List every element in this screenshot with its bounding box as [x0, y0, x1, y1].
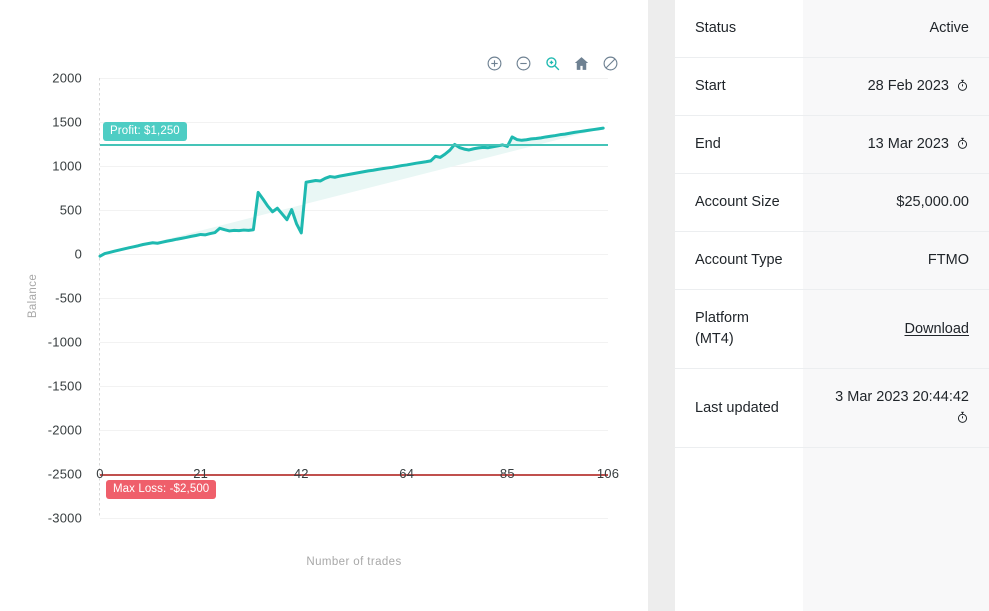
info-row: Last updated 3 Mar 2023 20:44:42: [675, 368, 989, 448]
info-row-value: Active: [803, 0, 989, 58]
y-tick-label: -2000: [47, 422, 82, 438]
x-tick-label: 64: [399, 466, 415, 481]
account-info-panel: Status Active Start 28 Feb 2023 End 13 Mar 20…: [675, 0, 989, 611]
info-row: Platform (MT4) Download: [675, 289, 989, 369]
balance-chart-panel: 2000 1500 1000 500 0 -500 -1000 -1500 -2000 -2500…: [0, 0, 648, 611]
info-row-value: $25,000.00: [803, 173, 989, 232]
info-value-text: $25,000.00: [896, 194, 969, 211]
profit-target-badge: Profit: $1,250: [103, 122, 187, 141]
info-row-value: 13 Mar 2023: [803, 115, 989, 174]
info-row-value: 3 Mar 2023 20:44:42: [803, 368, 989, 448]
download-link[interactable]: Download: [905, 321, 970, 337]
info-row-value[interactable]: Download: [803, 289, 989, 369]
table-filler-right: [803, 448, 989, 611]
selection-zoom-icon[interactable]: [542, 53, 562, 73]
chart-toolbar: [484, 53, 620, 73]
y-tick-label: -500: [55, 290, 82, 306]
zoom-in-icon[interactable]: [484, 53, 504, 73]
y-tick-label: 2000: [52, 70, 82, 86]
y-axis-title: Balance: [27, 273, 39, 319]
y-tick-label: 500: [59, 202, 82, 218]
x-tick-label: 85: [499, 466, 515, 481]
zoom-out-icon[interactable]: [513, 53, 533, 73]
x-axis-tick-labels: 0 21 42 64 85 106: [96, 466, 619, 486]
info-row-label: Status: [675, 0, 803, 58]
info-row: Account Size $25,000.00: [675, 173, 989, 232]
reset-home-icon[interactable]: [571, 53, 591, 73]
x-tick-label: 106: [596, 466, 620, 481]
info-row: Start 28 Feb 2023: [675, 57, 989, 116]
info-row-label: End: [675, 115, 803, 174]
info-row-label: Account Size: [675, 173, 803, 232]
x-axis-title: Number of trades: [306, 556, 402, 568]
info-row-value: 28 Feb 2023: [803, 57, 989, 116]
info-value-text: FTMO: [927, 252, 969, 269]
table-filler: [675, 448, 989, 611]
account-info-table: Status Active Start 28 Feb 2023 End 13 Mar 20…: [675, 0, 989, 448]
info-row-label: Platform (MT4): [675, 289, 803, 369]
x-tick-label: 42: [293, 466, 309, 481]
info-row: End 13 Mar 2023: [675, 115, 989, 174]
info-value-text: 28 Feb 2023: [867, 78, 949, 95]
stopwatch-icon: [956, 137, 969, 150]
y-axis-tick-labels: 2000 1500 1000 500 0 -500 -1000 -1500 -2000 -2500…: [0, 66, 92, 526]
info-value-text: 13 Mar 2023: [867, 136, 949, 153]
y-tick-label: -3000: [47, 510, 82, 526]
info-row-label: Start: [675, 57, 803, 116]
panel-divider: [648, 0, 675, 611]
performance-view: 2000 1500 1000 500 0 -500 -1000 -1500 -2000 -2500…: [0, 0, 989, 611]
balance-area-fill: [100, 128, 604, 257]
stopwatch-icon: [956, 79, 969, 92]
x-tick-label: 0: [96, 466, 104, 481]
pan-disabled-icon[interactable]: [600, 53, 620, 73]
table-filler-left: [675, 448, 803, 611]
y-tick-label: -1000: [47, 334, 82, 350]
chart-plot-wrapper: 2000 1500 1000 500 0 -500 -1000 -1500 -2000 -2500…: [0, 66, 648, 526]
y-tick-label: -2500: [47, 466, 82, 482]
info-value-text: Active: [929, 20, 970, 36]
chart-plot-area[interactable]: Profit: $1,250 Max Loss: -$2,500: [98, 78, 608, 519]
gridline: [100, 518, 608, 519]
y-tick-label: 1500: [52, 114, 82, 130]
info-value-text: 3 Mar 2023 20:44:42: [835, 389, 969, 406]
info-row-value: FTMO: [803, 231, 989, 290]
y-tick-label: 0: [74, 246, 82, 262]
stopwatch-icon: [956, 411, 969, 424]
y-tick-label: -1500: [47, 378, 82, 394]
info-row-label: Account Type: [675, 231, 803, 290]
info-row: Account Type FTMO: [675, 231, 989, 290]
x-tick-label: 21: [193, 466, 209, 481]
info-row-label: Last updated: [675, 368, 803, 448]
y-tick-label: 1000: [52, 158, 82, 174]
profit-target-line: [100, 144, 608, 146]
info-row: Status Active: [675, 0, 989, 58]
